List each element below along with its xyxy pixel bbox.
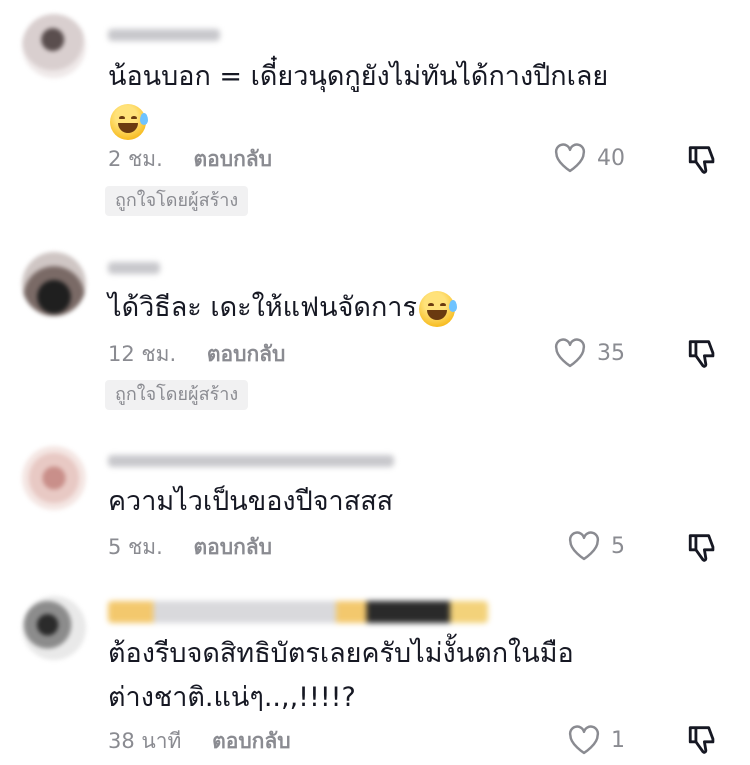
avatar[interactable] (22, 446, 86, 510)
liked-by-creator-badge: ถูกใจโดยผู้สร้าง (105, 186, 249, 216)
comment-text: ความไวเป็นของปีจาสสส (108, 486, 394, 517)
reply-button[interactable]: ตอบกลับ (194, 147, 273, 171)
comment-time: 2 ชม. (108, 147, 163, 171)
comment-text: ได้วิธีละ เดะให้แฟนจัดการ (108, 286, 650, 330)
tears-of-joy-emoji-icon (418, 290, 457, 327)
thumbs-down-icon[interactable] (686, 336, 720, 370)
heart-outline-icon (568, 725, 600, 755)
heart-outline-icon (554, 338, 586, 368)
comment-meta: 38 นาที ตอบกลับ (108, 726, 291, 756)
like-button[interactable]: 40 (553, 138, 625, 178)
reply-button[interactable]: ตอบกลับ (212, 729, 291, 753)
comment-time: 38 นาที (108, 729, 182, 753)
reply-button[interactable]: ตอบกลับ (207, 342, 286, 366)
avatar[interactable] (22, 596, 86, 660)
username-blurred[interactable] (108, 26, 220, 44)
thumbs-down-icon[interactable] (686, 142, 720, 176)
avatar[interactable] (22, 14, 86, 78)
like-count: 5 (611, 533, 625, 559)
comment-meta: 5 ชม. ตอบกลับ (108, 532, 272, 562)
comment-meta: 12 ชม. ตอบกลับ (108, 339, 285, 369)
heart-outline-icon (568, 531, 600, 561)
comment-time: 5 ชม. (108, 535, 163, 559)
thumbs-down-icon[interactable] (686, 722, 720, 756)
like-count: 35 (597, 340, 625, 366)
comment-time: 12 ชม. (108, 342, 177, 366)
like-count: 40 (597, 145, 625, 171)
comment-text: น้อนบอก = เดี๋ยวนุดกูยังไม่ทันได้กางปีกเ… (108, 55, 650, 143)
username-blurred[interactable] (108, 259, 160, 277)
liked-by-creator-badge: ถูกใจโดยผู้สร้าง (105, 380, 249, 410)
comment-text: ต้องรีบจดสิทธิบัตรเลยครับไม่งั้นตกในมือ … (108, 638, 574, 713)
heart-outline-icon (554, 143, 586, 173)
avatar[interactable] (22, 252, 86, 316)
like-button[interactable]: 5 (567, 526, 625, 566)
like-count: 1 (611, 727, 625, 753)
thumbs-down-icon[interactable] (686, 530, 720, 564)
username-blurred[interactable] (108, 452, 394, 470)
sweat-smile-emoji-icon (110, 103, 148, 140)
like-button[interactable]: 1 (567, 720, 625, 760)
reply-button[interactable]: ตอบกลับ (194, 535, 273, 559)
like-button[interactable]: 35 (553, 333, 625, 373)
username-blurred[interactable] (108, 598, 488, 626)
comment-meta: 2 ชม. ตอบกลับ (108, 144, 272, 174)
